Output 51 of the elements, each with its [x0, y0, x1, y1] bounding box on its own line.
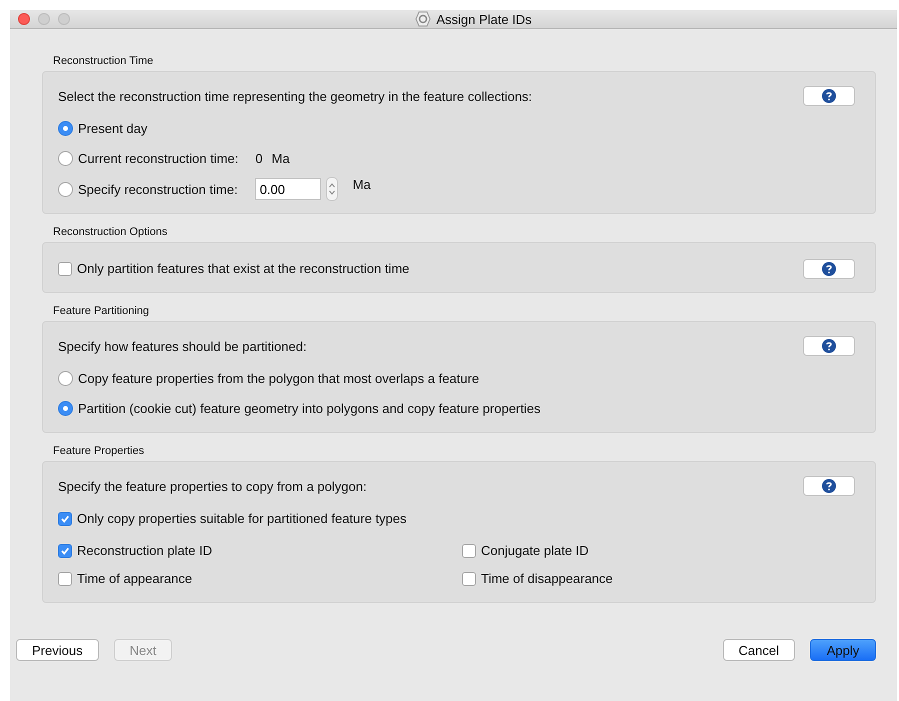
- checkbox[interactable]: [58, 572, 72, 586]
- checkbox-label: Reconstruction plate ID: [77, 543, 212, 558]
- prompt-text: Specify the feature properties to copy from a polygon:: [58, 478, 367, 494]
- window-title: Assign Plate IDs: [436, 12, 532, 26]
- radio-button[interactable]: [58, 121, 73, 136]
- radio-label: Current reconstruction time:: [78, 151, 238, 166]
- stepper-arrows-icon: [328, 181, 336, 197]
- checkmark-icon: [60, 514, 70, 524]
- checkbox[interactable]: [58, 262, 72, 276]
- checkbox-label: Only copy properties suitable for partitioned feature types: [77, 511, 407, 526]
- help-icon: [822, 262, 836, 276]
- help-button[interactable]: [803, 86, 855, 106]
- spin-button[interactable]: [326, 177, 338, 201]
- radio-button[interactable]: [58, 182, 73, 196]
- radio-label: Specify reconstruction time:: [78, 182, 238, 196]
- dialog-button[interactable]: Apply: [810, 639, 876, 661]
- nav-button[interactable]: Previous: [16, 639, 99, 661]
- checkbox-label: Conjugate plate ID: [481, 543, 589, 558]
- help-button[interactable]: [803, 476, 855, 496]
- unit-label: Ma: [352, 177, 371, 192]
- help-icon: [822, 89, 836, 103]
- group-title: Feature Properties: [53, 445, 146, 457]
- radio-label: Present day: [78, 121, 148, 136]
- checkbox[interactable]: [462, 544, 476, 558]
- checkbox-label: Only partition features that exist at the reconstruction time: [77, 261, 410, 276]
- unit-label: Ma: [272, 151, 290, 166]
- checkbox[interactable]: [58, 544, 72, 558]
- app-icon: [415, 11, 432, 27]
- checkbox[interactable]: [58, 512, 72, 526]
- time-value: 0: [255, 151, 263, 166]
- group-title: Reconstruction Time: [53, 55, 154, 67]
- prompt-text: Specify how features should be partitioned:: [58, 338, 307, 354]
- group-title: Feature Partitioning: [53, 305, 150, 317]
- time-input-field[interactable]: 0.00: [254, 178, 321, 200]
- close-button[interactable]: [18, 13, 30, 25]
- help-icon: [822, 479, 836, 493]
- checkmark-icon: [60, 546, 70, 556]
- dialog-button[interactable]: Cancel: [722, 639, 795, 661]
- prompt-text: Select the reconstruction time representing the geometry in the feature collections:: [58, 88, 532, 104]
- checkbox-label: Time of disappearance: [481, 571, 613, 586]
- radio-button[interactable]: [58, 151, 73, 166]
- radio-label: Partition (cookie cut) feature geometry into polygons and copy feature properties: [78, 401, 540, 416]
- checkbox-label: Time of appearance: [77, 571, 192, 586]
- radio-button[interactable]: [58, 401, 73, 416]
- checkbox[interactable]: [462, 572, 476, 586]
- group-title: Reconstruction Options: [53, 226, 168, 238]
- radio-label: Copy feature properties from the polygon that most overlaps a feature: [78, 371, 480, 386]
- radio-button[interactable]: [58, 371, 73, 386]
- help-icon: [822, 339, 836, 353]
- help-button[interactable]: [803, 258, 855, 278]
- help-button[interactable]: [803, 336, 855, 356]
